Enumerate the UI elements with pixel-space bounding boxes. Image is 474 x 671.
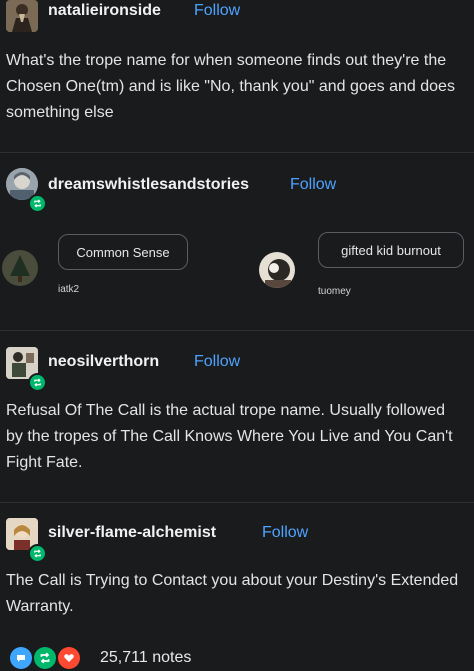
reply-text: gifted kid burnout [341,242,441,258]
character-avatar-image [259,252,295,288]
tree-avatar-image [2,250,38,286]
reblog-badge [28,544,47,563]
post-4-header: silver-flame-alchemist Follow [0,518,474,563]
notes-count[interactable]: 25,711 notes [100,649,191,667]
reply-avatar-2[interactable] [259,252,295,288]
post-2-header: dreamswhistlesandstories Follow [0,168,474,213]
divider [0,152,474,153]
reblog-icon[interactable] [34,647,56,669]
divider [0,502,474,503]
avatar[interactable] [6,0,38,32]
reblog-icon [34,549,41,558]
follow-button[interactable]: Follow [194,2,240,20]
username[interactable]: neosilverthorn [48,353,159,371]
reblog-glyph [40,652,50,664]
divider [0,330,474,331]
heart-icon[interactable] [58,647,80,669]
comment-glyph [17,655,25,662]
post-4-text: The Call is Trying to Contact you about … [6,572,459,615]
follow-button[interactable]: Follow [194,353,240,371]
reply-bubble-1[interactable]: Common Sense [58,234,188,270]
comment-icon[interactable] [10,647,32,669]
follow-button[interactable]: Follow [290,176,336,194]
reply-bubble-2[interactable]: gifted kid burnout [318,232,464,268]
username[interactable]: silver-flame-alchemist [48,524,216,542]
post-1-header: natalieironside Follow [0,0,474,40]
reply-user[interactable]: tuomey [318,286,351,297]
reply-text: Common Sense [76,244,170,260]
post-3-header: neosilverthorn Follow [0,347,474,392]
reply-user[interactable]: iatk2 [58,284,79,295]
follow-button[interactable]: Follow [262,524,308,542]
reblog-badge [28,194,47,213]
post-1-text: What's the trope name for when someone f… [6,52,455,121]
post-3-text: Refusal Of The Call is the actual trope … [6,402,453,471]
reblog-icon [34,199,41,208]
reply-avatar-1[interactable] [2,250,38,286]
reblog-badge [28,373,47,392]
username[interactable]: natalieironside [48,2,161,20]
username[interactable]: dreamswhistlesandstories [48,176,249,194]
reblog-icon [34,378,41,387]
heart-glyph [64,654,74,662]
avatar-image [6,0,38,32]
